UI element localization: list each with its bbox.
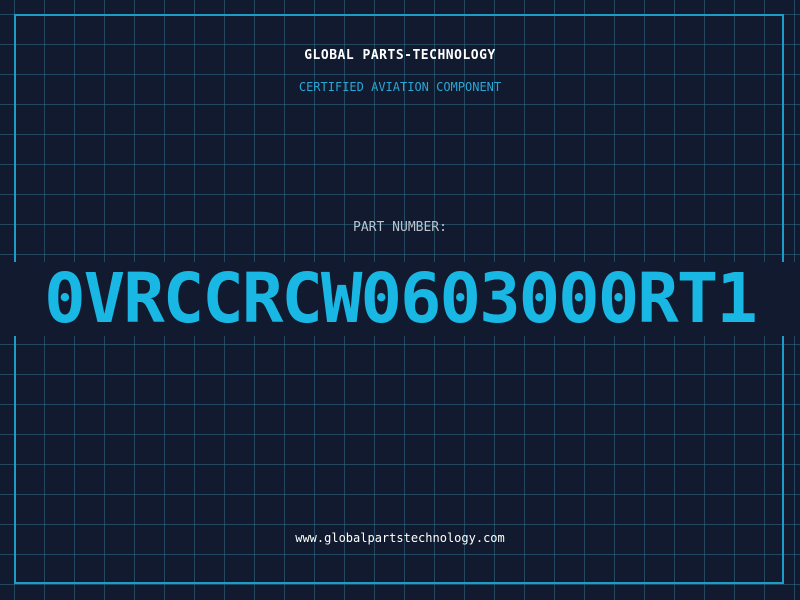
website-url: www.globalpartstechnology.com xyxy=(295,531,505,545)
part-number-value: 0VRCCRCW0603000RT1 xyxy=(44,258,758,339)
label-card: GLOBAL PARTS-TECHNOLOGY CERTIFIED AVIATI… xyxy=(0,0,800,600)
company-name: GLOBAL PARTS-TECHNOLOGY xyxy=(304,48,496,63)
certification-subtitle: CERTIFIED AVIATION COMPONENT xyxy=(298,80,502,94)
part-number-label: PART NUMBER: xyxy=(353,220,447,235)
